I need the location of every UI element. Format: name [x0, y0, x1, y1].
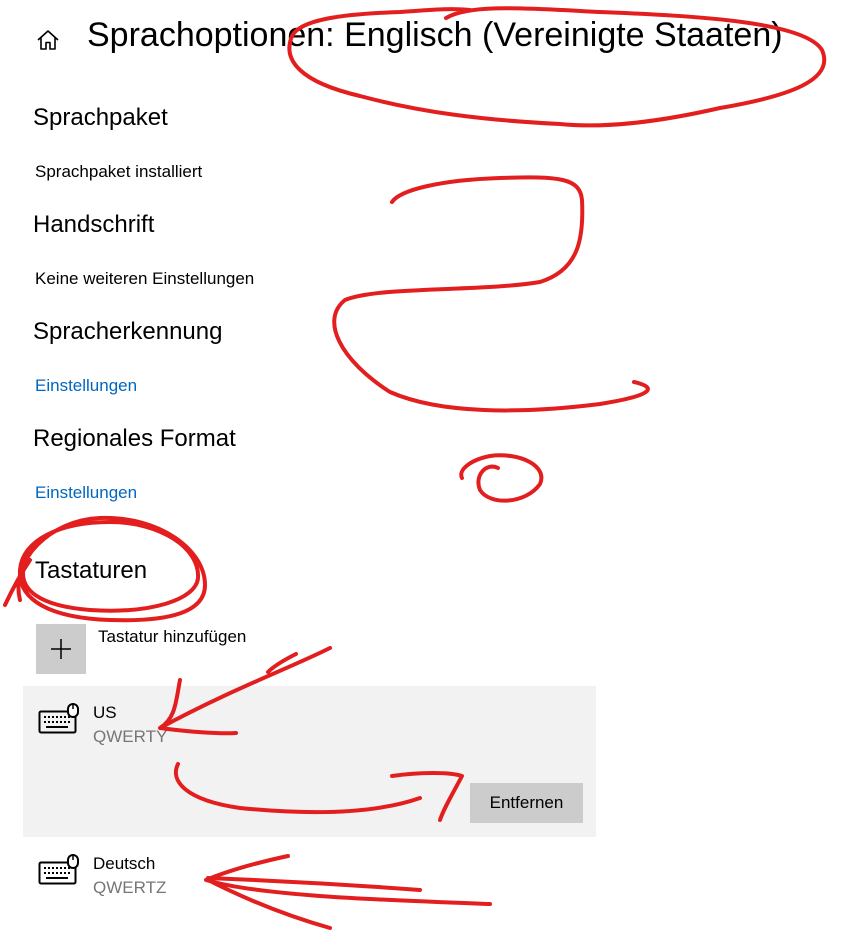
- language-pack-heading: Sprachpaket: [33, 104, 168, 131]
- plus-icon: [51, 639, 71, 659]
- handwriting-heading: Handschrift: [33, 211, 155, 238]
- question-mark-annotation: [332, 175, 650, 413]
- speech-heading: Spracherkennung: [33, 318, 223, 345]
- keyboard-layout: QWERTZ: [93, 878, 167, 897]
- keyboard-name: US: [93, 703, 117, 722]
- language-pack-status: Sprachpaket installiert: [35, 162, 203, 181]
- keyboard-item-us[interactable]: US QWERTY Entfernen: [23, 686, 596, 837]
- keyboard-layout: QWERTY: [93, 727, 168, 746]
- keyboard-icon: [38, 703, 79, 734]
- keyboard-icon: [38, 854, 79, 885]
- keyboards-heading: Tastaturen: [35, 557, 148, 584]
- add-keyboard-button[interactable]: [36, 624, 86, 674]
- handwriting-status: Keine weiteren Einstellungen: [35, 269, 255, 288]
- question-dot-annotation: [459, 453, 544, 503]
- add-keyboard-label[interactable]: Tastatur hinzufügen: [98, 627, 246, 647]
- regional-format-heading: Regionales Format: [33, 425, 236, 452]
- speech-settings-link[interactable]: Einstellungen: [35, 376, 137, 396]
- language-options-page: Sprachoptionen: Englisch (Vereinigte Sta…: [0, 0, 843, 933]
- home-icon[interactable]: [36, 29, 60, 51]
- keyboard-item-deutsch[interactable]: Deutsch QWERTZ: [23, 837, 596, 907]
- regional-format-settings-link[interactable]: Einstellungen: [35, 483, 137, 503]
- keyboard-name: Deutsch: [93, 854, 156, 873]
- remove-keyboard-button[interactable]: Entfernen: [470, 783, 583, 823]
- page-title: Sprachoptionen: Englisch (Vereinigte Sta…: [87, 16, 783, 54]
